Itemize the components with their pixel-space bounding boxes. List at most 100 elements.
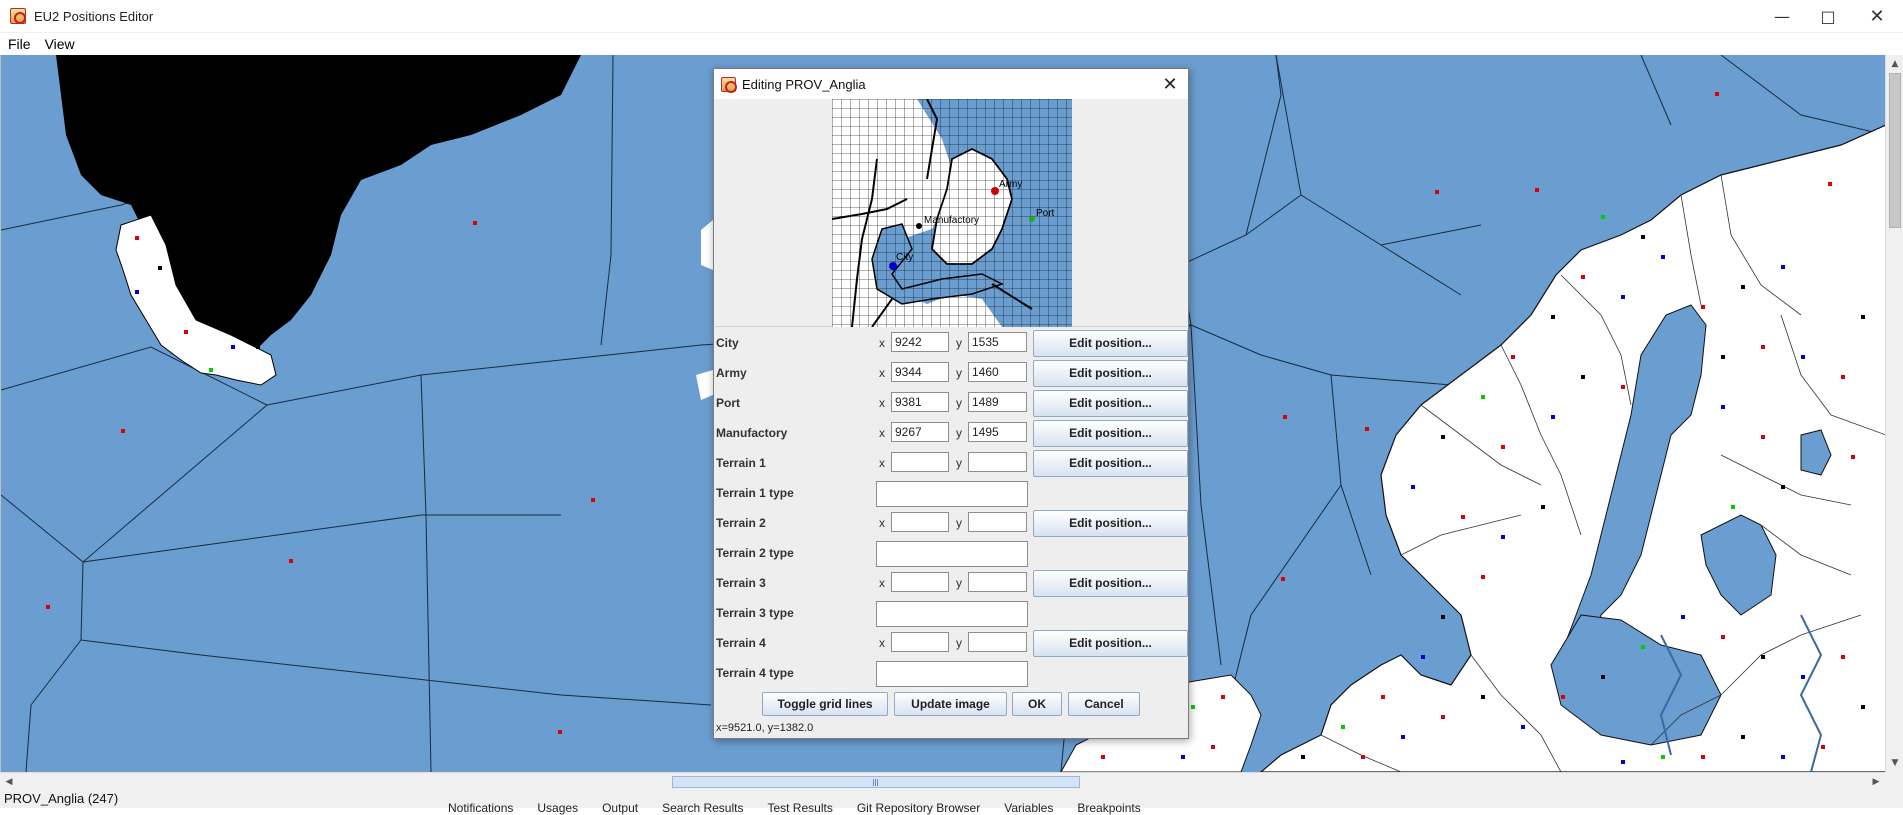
row-terrain-3-type: Terrain 3 type: [716, 601, 1186, 627]
dialog-button-row: Toggle grid lines Update image OK Cancel: [714, 692, 1188, 718]
row-label: City: [716, 336, 739, 350]
scroll-right-arrow-icon[interactable]: ▶: [1867, 773, 1885, 791]
row-terrain-1: Terrain 1 x y Edit position...: [716, 450, 1188, 477]
x-label: x: [879, 336, 885, 350]
horizontal-scrollbar[interactable]: ◀ ▶: [0, 772, 1885, 790]
scrollbar-corner: [1885, 772, 1903, 790]
terrain-3-type-input[interactable]: [876, 601, 1028, 627]
preview-label-manufactory: Manufactory: [924, 215, 979, 226]
row-label: Terrain 4: [716, 636, 766, 650]
scroll-down-arrow-icon[interactable]: ▼: [1886, 754, 1903, 772]
army-y-input[interactable]: 1460: [968, 362, 1027, 382]
y-label: y: [956, 576, 962, 590]
manufactory-y-input[interactable]: 1495: [968, 422, 1027, 442]
y-label: y: [956, 516, 962, 530]
terrain-4-y-input[interactable]: [968, 632, 1027, 652]
city-y-input[interactable]: 1535: [968, 332, 1027, 352]
terrain-2-edit-position-button[interactable]: Edit position...: [1033, 510, 1188, 537]
bg-tab: Git Repository Browser: [856, 801, 981, 815]
status-province: PROV_Anglia (247): [4, 791, 119, 806]
row-label: Port: [716, 396, 740, 410]
y-label: y: [956, 456, 962, 470]
row-army: Army x 9344 y 1460 Edit position...: [716, 360, 1188, 387]
x-label: x: [879, 516, 885, 530]
vertical-scrollbar[interactable]: ▲ ▼: [1885, 55, 1903, 772]
port-x-input[interactable]: 9381: [891, 392, 949, 412]
row-city: City x 9242 y 1535 Edit position...: [716, 330, 1188, 357]
x-label: x: [879, 576, 885, 590]
bg-tab: Usages: [537, 801, 579, 815]
row-label: Terrain 1: [716, 456, 766, 470]
minimize-icon[interactable]: —: [1759, 0, 1805, 33]
army-edit-position-button[interactable]: Edit position...: [1033, 360, 1188, 387]
bg-tab: Test Results: [767, 801, 833, 815]
terrain-3-edit-position-button[interactable]: Edit position...: [1033, 570, 1188, 597]
status-bar: Notifications Usages Output Search Resul…: [0, 790, 1903, 815]
port-edit-position-button[interactable]: Edit position...: [1033, 390, 1188, 417]
preview-label-port: Port: [1036, 208, 1055, 219]
row-terrain-1-type: Terrain 1 type: [716, 481, 1186, 507]
terrain-3-y-input[interactable]: [968, 572, 1027, 592]
terrain-1-type-input[interactable]: [876, 481, 1028, 507]
row-label: Terrain 2: [716, 516, 766, 530]
preview-label-army: Army: [999, 179, 1022, 190]
y-label: y: [956, 636, 962, 650]
close-icon[interactable]: ✕: [1158, 72, 1182, 96]
preview-label-city: City: [896, 252, 913, 263]
close-icon[interactable]: ✕: [1851, 0, 1903, 33]
row-manufactory: Manufactory x 9267 y 1495 Edit position.…: [716, 420, 1188, 447]
terrain-2-x-input[interactable]: [891, 512, 949, 532]
horizontal-scroll-thumb[interactable]: [672, 776, 1080, 788]
terrain-2-type-input[interactable]: [876, 541, 1028, 567]
background-tab-strip: Notifications Usages Output Search Resul…: [448, 801, 1165, 815]
window-title-bar: EU2 Positions Editor — □ ✕: [0, 0, 1903, 33]
army-x-input[interactable]: 9344: [891, 362, 949, 382]
port-y-input[interactable]: 1489: [968, 392, 1027, 412]
row-port: Port x 9381 y 1489 Edit position...: [716, 390, 1188, 417]
manufactory-x-input[interactable]: 9267: [891, 422, 949, 442]
menu-file[interactable]: File: [8, 36, 31, 52]
update-image-button[interactable]: Update image: [894, 692, 1007, 716]
row-label: Terrain 3: [716, 576, 766, 590]
x-label: x: [879, 456, 885, 470]
grip-icon: [875, 779, 876, 786]
ok-button[interactable]: OK: [1012, 692, 1062, 716]
row-label: Terrain 1 type: [716, 486, 794, 500]
row-label: Terrain 3 type: [716, 606, 794, 620]
toggle-grid-lines-button[interactable]: Toggle grid lines: [762, 692, 888, 716]
province-preview-image[interactable]: Army Port Manufactory City: [715, 99, 1187, 327]
edit-province-dialog: Editing PROV_Anglia ✕ Army Port Manufact…: [713, 68, 1189, 739]
terrain-1-x-input[interactable]: [891, 452, 949, 472]
row-terrain-2: Terrain 2 x y Edit position...: [716, 510, 1188, 537]
scroll-up-arrow-icon[interactable]: ▲: [1886, 55, 1903, 73]
vertical-scroll-thumb[interactable]: [1889, 73, 1901, 228]
terrain-4-type-input[interactable]: [876, 661, 1028, 687]
terrain-3-x-input[interactable]: [891, 572, 949, 592]
city-x-input[interactable]: 9242: [891, 332, 949, 352]
scroll-left-arrow-icon[interactable]: ◀: [0, 773, 18, 791]
row-label: Manufactory: [716, 426, 788, 440]
maximize-icon[interactable]: □: [1805, 0, 1851, 33]
row-label: Army: [716, 366, 747, 380]
city-edit-position-button[interactable]: Edit position...: [1033, 330, 1188, 357]
x-label: x: [879, 366, 885, 380]
manufactory-edit-position-button[interactable]: Edit position...: [1033, 420, 1188, 447]
terrain-4-x-input[interactable]: [891, 632, 949, 652]
app-icon: [721, 76, 737, 93]
terrain-1-y-input[interactable]: [968, 452, 1027, 472]
bg-tab: Output: [602, 801, 639, 815]
row-terrain-4-type: Terrain 4 type: [716, 661, 1186, 687]
cursor-coordinate-readout: x=9521.0, y=1382.0: [716, 722, 814, 734]
terrain-2-y-input[interactable]: [968, 512, 1027, 532]
terrain-4-edit-position-button[interactable]: Edit position...: [1033, 630, 1188, 657]
cancel-button[interactable]: Cancel: [1068, 692, 1140, 716]
y-label: y: [956, 336, 962, 350]
dialog-title: Editing PROV_Anglia: [742, 76, 866, 92]
row-terrain-2-type: Terrain 2 type: [716, 541, 1186, 567]
y-label: y: [956, 426, 962, 440]
dialog-title-bar: Editing PROV_Anglia ✕: [714, 69, 1188, 99]
window-title: EU2 Positions Editor: [34, 8, 154, 24]
menu-view[interactable]: View: [45, 36, 75, 52]
row-terrain-3: Terrain 3 x y Edit position...: [716, 570, 1188, 597]
terrain-1-edit-position-button[interactable]: Edit position...: [1033, 450, 1188, 477]
